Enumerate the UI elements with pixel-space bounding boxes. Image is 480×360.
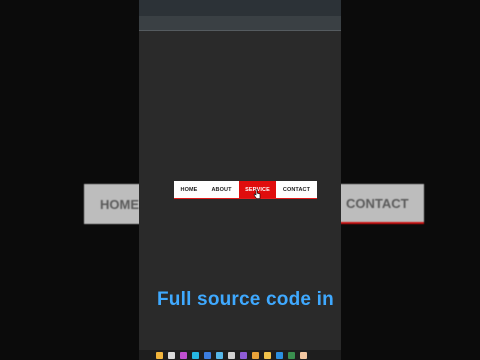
nav-item-home[interactable]: HOME	[174, 181, 204, 198]
nav-item-label: CONTACT	[282, 186, 311, 193]
taskbar	[139, 350, 341, 360]
background-nav-home-label: HOME	[100, 196, 139, 212]
browser-top-bar	[139, 0, 341, 16]
app-icon[interactable]	[204, 351, 211, 359]
caption-text: Full source code in d	[157, 289, 340, 310]
navigation-bar: HOME ABOUT SERVICE CONTACT	[174, 181, 317, 199]
app-icon[interactable]	[216, 351, 223, 359]
hand-cursor-icon	[253, 189, 261, 199]
nav-item-about[interactable]: ABOUT	[204, 181, 239, 198]
nav-item-contact[interactable]: CONTACT	[276, 181, 317, 198]
file-icon[interactable]	[168, 351, 175, 359]
app-icon[interactable]	[228, 351, 235, 359]
app-icon[interactable]	[288, 351, 295, 359]
browser-icon[interactable]	[192, 351, 199, 359]
background-nav-contact: CONTACT	[340, 184, 424, 224]
background-nav-home: HOME	[84, 184, 140, 224]
app-icon[interactable]	[252, 351, 259, 359]
app-icon[interactable]	[180, 351, 187, 359]
browser-toolbar	[139, 16, 341, 31]
app-icon[interactable]	[240, 351, 247, 359]
app-icon[interactable]	[300, 351, 307, 359]
search-icon[interactable]	[156, 351, 163, 359]
background-nav-contact-label: CONTACT	[346, 195, 409, 211]
code-icon[interactable]	[276, 351, 283, 359]
nav-item-label: ABOUT	[211, 186, 232, 193]
folder-icon[interactable]	[264, 351, 271, 359]
nav-item-label: HOME	[180, 186, 198, 193]
